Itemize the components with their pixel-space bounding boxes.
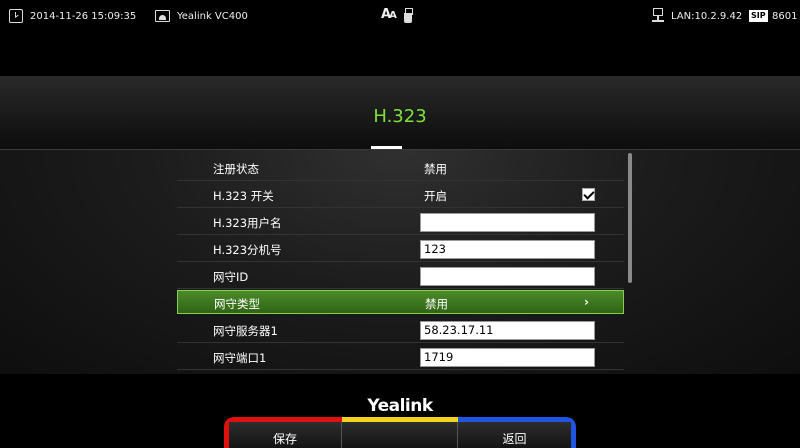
row-value: 禁用 [425,297,448,311]
save-button[interactable]: 保存 [229,422,342,448]
row-registration-status: 注册状态 禁用 [177,154,624,181]
row-gatekeeper-id: 网守ID [177,262,624,289]
softkey-bar: 保存 返回 [224,417,576,448]
sip-badge: SIP [749,10,768,22]
datetime: 2014-11-26 15:09:35 [30,11,137,22]
softkey-right-edge [571,417,576,448]
row-label: 网守端口1 [213,351,267,365]
settings-panel: 注册状态 禁用 H.323 开关 开启 H.323用户名 H.323分机号 12… [0,150,800,374]
font-size-icon: AA [381,7,397,22]
row-label: 网守服务器1 [213,324,278,338]
extension-number: 8601 [772,11,798,22]
clock-icon [9,9,23,23]
middle-softkey[interactable] [342,422,458,448]
gatekeeper-port-input[interactable]: 1719 [420,348,595,367]
status-bar: 2014-11-26 15:09:35 Yealink VC400 AA LAN… [0,0,800,34]
row-label: 网守类型 [214,297,260,311]
gatekeeper-id-input[interactable] [420,267,595,286]
row-gatekeeper-port: 网守端口1 1719 [177,343,624,370]
row-value: 开启 [424,189,447,203]
row-h323-switch[interactable]: H.323 开关 开启 [177,181,624,208]
chevron-right-icon: › [584,295,589,309]
row-value: 禁用 [424,162,447,176]
row-h323-username: H.323用户名 [177,208,624,235]
brand-logo: Yealink [367,396,433,416]
back-button[interactable]: 返回 [458,422,571,448]
row-label: H.323分机号 [213,243,282,257]
h323-extension-input[interactable]: 123 [420,240,595,259]
page-title: H.323 [373,106,427,127]
row-label: 网守ID [213,270,249,284]
gatekeeper-server-input[interactable]: 58.23.17.11 [420,321,595,340]
row-label: H.323用户名 [213,216,282,230]
network-icon [652,8,664,24]
row-h323-extension: H.323分机号 123 [177,235,624,262]
title-underline [371,146,402,149]
footer: Yealink 保存 返回 [0,374,800,448]
row-label: H.323 开关 [213,189,274,203]
row-label: 注册状态 [213,162,259,176]
lan-address: LAN:10.2.9.42 [671,11,743,22]
video-device-icon [155,10,170,22]
row-gatekeeper-server: 网守服务器1 58.23.17.11 [177,316,624,343]
row-gatekeeper-type[interactable]: 网守类型 禁用 › [177,290,624,314]
scrollbar[interactable] [628,153,632,283]
h323-enable-checkbox[interactable] [582,188,595,201]
usb-icon [404,8,413,24]
h323-username-input[interactable] [420,213,595,232]
title-band: H.323 [0,76,800,150]
device-name: Yealink VC400 [177,11,248,22]
